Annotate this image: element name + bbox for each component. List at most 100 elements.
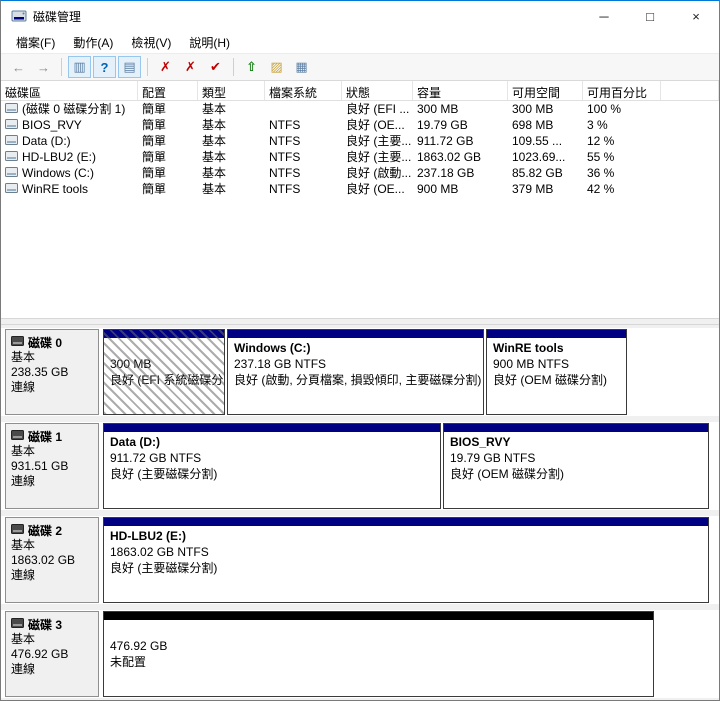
disk-icon xyxy=(11,429,24,443)
disk-row-2: 磁碟 2 基本 1863.02 GB 連線 HD-LBU2 (E:) 1863.… xyxy=(1,516,719,604)
disk-0-label[interactable]: 磁碟 0 基本 238.35 GB 連線 xyxy=(5,329,99,415)
disk-status: 連線 xyxy=(11,568,36,582)
disk-1-label[interactable]: 磁碟 1 基本 931.51 GB 連線 xyxy=(5,423,99,509)
cell-layout: 簡單 xyxy=(142,118,167,132)
table-row[interactable]: HD-LBU2 (E:) 簡單 基本 NTFS 良好 (主要... 1863.0… xyxy=(1,149,719,165)
partition-tile-data-d[interactable]: Data (D:) 911.72 GB NTFS 良好 (主要磁碟分割) xyxy=(103,423,441,509)
cell-capacity: 19.79 GB xyxy=(417,118,468,132)
table-row[interactable]: WinRE tools 簡單 基本 NTFS 良好 (OE... 900 MB … xyxy=(1,181,719,197)
column-header-free-space[interactable]: 可用空間 xyxy=(508,81,583,100)
window-controls: ─ □ × xyxy=(581,1,719,31)
volume-name: (磁碟 0 磁碟分割 1) xyxy=(22,102,126,116)
back-icon[interactable]: ← xyxy=(7,56,30,78)
table-row[interactable]: Windows (C:) 簡單 基本 NTFS 良好 (啟動... 237.18… xyxy=(1,165,719,181)
menu-file[interactable]: 檔案(F) xyxy=(7,31,64,54)
disk-icon xyxy=(11,523,24,537)
pane-splitter[interactable] xyxy=(1,318,719,325)
table-row[interactable]: (磁碟 0 磁碟分割 1) 簡單 基本 良好 (EFI ... 300 MB 3… xyxy=(1,101,719,117)
cell-layout: 簡單 xyxy=(142,102,167,116)
partition-status: 良好 (主要磁碟分割) xyxy=(110,561,218,575)
disk-name: 磁碟 1 xyxy=(28,429,63,444)
partition-tile-hd-lbu2[interactable]: HD-LBU2 (E:) 1863.02 GB NTFS 良好 (主要磁碟分割) xyxy=(103,517,709,603)
column-header-percent-free[interactable]: 可用百分比 xyxy=(583,81,661,100)
partition-tile-windows-c[interactable]: Windows (C:) 237.18 GB NTFS 良好 (啟動, 分頁檔案… xyxy=(227,329,484,415)
cell-status: 良好 (EFI ... xyxy=(346,102,410,116)
volume-icon xyxy=(5,149,18,165)
partition-status: 良好 (OEM 磁碟分割) xyxy=(450,467,564,481)
partition-title: HD-LBU2 (E:) xyxy=(110,529,186,543)
cell-free-space: 300 MB xyxy=(512,102,554,116)
partition-status: 良好 (啟動, 分頁檔案, 損毀傾印, 主要磁碟分割) xyxy=(234,373,482,387)
partition-status: 良好 (EFI 系統磁碟分 xyxy=(110,373,224,387)
cell-type: 基本 xyxy=(202,102,227,116)
delete-volume-icon[interactable]: ✗ xyxy=(154,56,177,78)
volume-name: WinRE tools xyxy=(22,182,89,196)
volume-icon xyxy=(5,165,18,181)
disk-2-label[interactable]: 磁碟 2 基本 1863.02 GB 連線 xyxy=(5,517,99,603)
cell-filesystem: NTFS xyxy=(269,182,301,196)
partition-status: 良好 (主要磁碟分割) xyxy=(110,467,218,481)
partition-tile-winre[interactable]: WinRE tools 900 MB NTFS 良好 (OEM 磁碟分割) xyxy=(486,329,627,415)
cell-percent-free: 55 % xyxy=(587,150,615,164)
grid-view-icon[interactable]: ▦ xyxy=(290,56,313,78)
partition-color-band xyxy=(444,424,708,432)
partition-tile-unallocated[interactable]: 476.92 GB 未配置 xyxy=(103,611,654,697)
red-cross-icon[interactable]: ✗ xyxy=(179,56,202,78)
partition-size: 476.92 GB xyxy=(110,639,168,653)
disk-row-0: 磁碟 0 基本 238.35 GB 連線 300 MB 良好 (EFI 系統磁碟… xyxy=(1,328,719,416)
help-icon[interactable]: ? xyxy=(93,56,116,78)
properties-icon[interactable]: ▤ xyxy=(118,56,141,78)
partition-color-band xyxy=(104,424,440,432)
minimize-button[interactable]: ─ xyxy=(581,1,627,31)
partition-title: BIOS_RVY xyxy=(450,435,511,449)
partition-tile-bios-rvy[interactable]: BIOS_RVY 19.79 GB NTFS 良好 (OEM 磁碟分割) xyxy=(443,423,709,509)
column-header-type[interactable]: 類型 xyxy=(198,81,265,100)
checkmark-icon[interactable]: ✔ xyxy=(204,56,227,78)
folder-search-icon[interactable]: ▨ xyxy=(265,56,288,78)
toolbar-separator xyxy=(233,58,234,76)
up-arrow-icon[interactable]: ⇧ xyxy=(240,56,263,78)
cell-type: 基本 xyxy=(202,150,227,164)
partition-size: 300 MB xyxy=(110,357,152,371)
disk-status: 連線 xyxy=(11,380,36,394)
cell-type: 基本 xyxy=(202,166,227,180)
partition-title: Data (D:) xyxy=(110,435,160,449)
console-tree-icon[interactable]: ▥ xyxy=(68,56,91,78)
window-title: 磁碟管理 xyxy=(33,9,82,24)
table-row[interactable]: Data (D:) 簡單 基本 NTFS 良好 (主要... 911.72 GB… xyxy=(1,133,719,149)
cell-type: 基本 xyxy=(202,134,227,148)
volume-icon xyxy=(5,181,18,197)
column-header-capacity[interactable]: 容量 xyxy=(413,81,508,100)
menu-view[interactable]: 檢視(V) xyxy=(122,31,180,54)
cell-free-space: 379 MB xyxy=(512,182,554,196)
maximize-button[interactable]: □ xyxy=(627,1,673,31)
list-header: 磁碟區 配置 類型 檔案系統 狀態 容量 可用空間 可用百分比 xyxy=(1,81,719,101)
cell-status: 良好 (OE... xyxy=(346,182,405,196)
partition-size: 19.79 GB NTFS xyxy=(450,451,536,465)
column-header-layout[interactable]: 配置 xyxy=(138,81,198,100)
disk-icon xyxy=(11,335,24,349)
disk-size: 476.92 GB xyxy=(11,647,69,661)
menu-help[interactable]: 說明(H) xyxy=(180,31,239,54)
column-header-filesystem[interactable]: 檔案系統 xyxy=(265,81,342,100)
partition-title xyxy=(104,338,224,356)
volume-icon xyxy=(5,133,18,149)
column-header-status[interactable]: 狀態 xyxy=(342,81,413,100)
partition-tile-efi[interactable]: 300 MB 良好 (EFI 系統磁碟分 xyxy=(103,329,225,415)
forward-icon[interactable]: → xyxy=(32,56,55,78)
menu-action[interactable]: 動作(A) xyxy=(64,31,122,54)
cell-layout: 簡單 xyxy=(142,150,167,164)
cell-filesystem xyxy=(265,101,342,117)
disk-3-label[interactable]: 磁碟 3 基本 476.92 GB 連線 xyxy=(5,611,99,697)
partition-color-band xyxy=(228,330,483,338)
cell-free-space: 85.82 GB xyxy=(512,166,563,180)
disk-name: 磁碟 0 xyxy=(28,335,63,350)
cell-percent-free: 42 % xyxy=(587,182,615,196)
table-row[interactable]: BIOS_RVY 簡單 基本 NTFS 良好 (OE... 19.79 GB 6… xyxy=(1,117,719,133)
close-button[interactable]: × xyxy=(673,1,719,31)
column-header-volume[interactable]: 磁碟區 xyxy=(1,81,138,100)
disk-name: 磁碟 3 xyxy=(28,617,63,632)
disk-management-window: 磁碟管理 ─ □ × 檔案(F) 動作(A) 檢視(V) 說明(H) ← → ▥… xyxy=(0,0,720,701)
disk-status: 連線 xyxy=(11,474,36,488)
app-icon xyxy=(11,8,27,24)
